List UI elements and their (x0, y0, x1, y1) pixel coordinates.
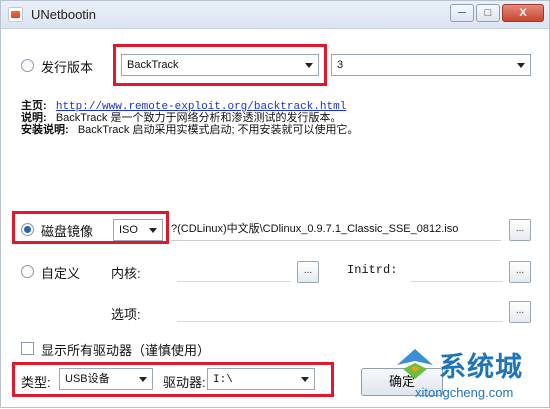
kernel-field[interactable] (177, 281, 291, 282)
unetbootin-window: UNetbootin ─ □ X 发行版本 BackTrack 3 主页: ht… (0, 0, 550, 408)
install-label: 安装说明: (21, 124, 69, 136)
title-bar: UNetbootin ─ □ X (1, 1, 549, 29)
minimize-button[interactable]: ─ (450, 4, 474, 22)
distribution-highlight (113, 44, 327, 86)
version-select[interactable]: 3 (331, 54, 531, 76)
custom-label: 自定义 (41, 266, 81, 281)
initrd-label: Initrd: (347, 263, 398, 277)
target-highlight (12, 362, 334, 397)
initrd-field[interactable] (411, 281, 503, 282)
options-field[interactable] (177, 321, 503, 322)
show-all-drives-label: 显示所有驱动器（谨慎使用） (41, 343, 211, 358)
distribution-radio[interactable] (21, 59, 34, 72)
show-all-drives-checkbox[interactable] (21, 342, 34, 355)
iso-browse-button[interactable]: ... (509, 219, 531, 241)
watermark-url: xitongcheng.com (415, 385, 514, 400)
kernel-browse-button[interactable]: ... (297, 261, 319, 283)
options-label: 选项: (111, 307, 141, 322)
watermark: 系统城 xitongcheng.com (391, 339, 550, 409)
app-icon (8, 7, 23, 22)
window-title: UNetbootin (31, 7, 97, 22)
custom-radio[interactable] (21, 265, 34, 278)
iso-path-field[interactable]: ?(CDLinux)中文版\CDlinux_0.9.7.1_Classic_SS… (171, 219, 501, 241)
brand-logo-icon (397, 349, 433, 379)
distribution-label: 发行版本 (41, 60, 94, 75)
maximize-button[interactable]: □ (476, 4, 500, 22)
options-browse-button[interactable]: ... (509, 301, 531, 323)
initrd-browse-button[interactable]: ... (509, 261, 531, 283)
install-line: 安装说明: BackTrack 启动采用实模式启动; 不用安装就可以使用它。 (21, 121, 359, 137)
chevron-down-icon (517, 63, 525, 68)
watermark-brand: 系统城 (439, 352, 523, 382)
disk-image-highlight (12, 211, 169, 244)
kernel-label: 内核: (111, 266, 141, 281)
close-button[interactable]: X (502, 4, 544, 22)
install-text: BackTrack 启动采用实模式启动; 不用安装就可以使用它。 (77, 124, 359, 136)
version-select-value: 3 (337, 59, 344, 71)
